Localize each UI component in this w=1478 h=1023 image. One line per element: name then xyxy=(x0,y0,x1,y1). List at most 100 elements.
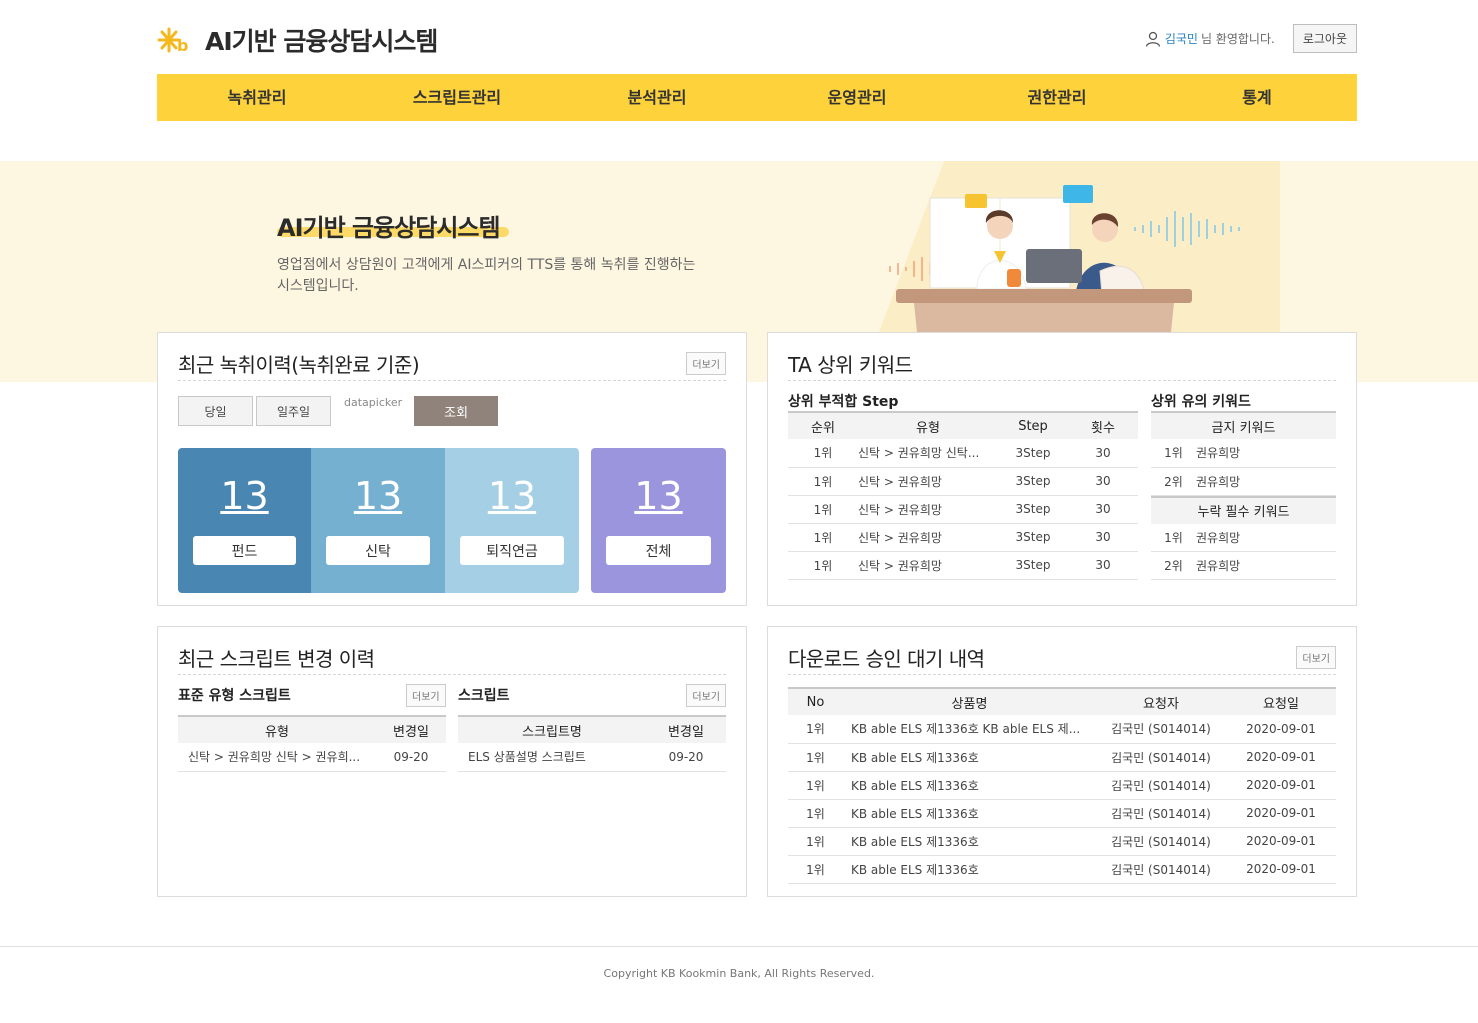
waveform-right-icon xyxy=(1134,211,1240,247)
column-header: 누락 필수 키워드 xyxy=(1151,495,1336,524)
script-more-button[interactable]: 더보기 xyxy=(686,684,726,707)
stat-trust-button[interactable]: 신탁 xyxy=(326,536,430,565)
table-row[interactable]: 1위 KB able ELS 제1336호 김국민 (S014014) 2020-09… xyxy=(788,827,1336,856)
user-name[interactable]: 김국민 xyxy=(1165,30,1198,47)
table-row[interactable]: 2위 권유희망 xyxy=(1151,467,1336,496)
table-cell: 1위 xyxy=(1151,523,1196,552)
stat-value[interactable]: 13 xyxy=(178,474,311,518)
stat-total-button[interactable]: 전체 xyxy=(606,536,711,565)
step-subtitle: 상위 부적합 Step xyxy=(788,394,899,410)
nav-item-analysis[interactable]: 분석관리 xyxy=(557,74,757,121)
nav-item-statistics[interactable]: 통계 xyxy=(1157,74,1357,121)
table-row[interactable]: 1위 KB able ELS 제1336호 김국민 (S014014) 2020-09… xyxy=(788,855,1336,884)
table-cell: KB able ELS 제1336호 xyxy=(843,827,1096,856)
std-script-more-button[interactable]: 더보기 xyxy=(406,684,446,707)
week-filter-button[interactable]: 일주일 xyxy=(256,396,331,426)
table-row[interactable]: 2위 권유희망 xyxy=(1151,551,1336,580)
table-cell: 3Step xyxy=(998,439,1068,468)
speech-bubble-icon xyxy=(1063,185,1093,203)
panel-title: 최근 스크립트 변경 이력 xyxy=(178,647,375,671)
table-row[interactable]: 1위 KB able ELS 제1336호 김국민 (S014014) 2020-09… xyxy=(788,799,1336,828)
table-cell: 1위 xyxy=(788,467,858,496)
table-row[interactable]: 1위 KB able ELS 제1336호 KB able ELS 제... 김국민… xyxy=(788,715,1336,744)
table-cell: 권유희망 xyxy=(1196,439,1336,468)
table-cell: 30 xyxy=(1068,551,1138,580)
divider xyxy=(788,380,1336,381)
table-cell: 권유희망 xyxy=(1196,551,1336,580)
panel-title: 다운로드 승인 대기 내역 xyxy=(788,647,985,671)
datepicker[interactable]: datapicker xyxy=(344,396,402,410)
hero-description: 영업점에서 상담원이 고객에게 AI스피커의 TTS를 통해 녹취를 진행하는 … xyxy=(277,257,696,294)
table-cell: 김국민 (S014014) xyxy=(1096,827,1226,856)
user-icon xyxy=(1145,31,1160,47)
table-cell: 2020-09-01 xyxy=(1226,855,1336,884)
today-filter-button[interactable]: 당일 xyxy=(178,396,253,426)
stat-fund-button[interactable]: 펀드 xyxy=(193,536,296,565)
table-cell: 신탁 > 권유희망 신탁... xyxy=(858,439,998,468)
table-cell: KB able ELS 제1336호 KB able ELS 제... xyxy=(843,715,1096,744)
download-table: No 상품명 요청자 요청일 1위 KB able ELS 제1336호 KB a… xyxy=(788,687,1336,884)
category-stats: 13 펀드 13 신탁 13 퇴직연금 xyxy=(178,448,579,593)
more-button[interactable]: 더보기 xyxy=(1296,646,1336,669)
main-nav: 녹취관리 스크립트관리 분석관리 운영관리 권한관리 통계 xyxy=(157,74,1357,121)
column-header: 유형 xyxy=(178,715,376,743)
table-cell: 1위 xyxy=(788,799,843,828)
table-cell: 1위 xyxy=(788,743,843,772)
table-cell: 3Step xyxy=(998,523,1068,552)
table-cell: 1위 xyxy=(1151,439,1196,468)
table-row[interactable]: ELS 상품설명 스크립트 09-20 xyxy=(458,743,726,772)
script-changes-panel: 최근 스크립트 변경 이력 표준 유형 스크립트 더보기 유형 변경일 신탁 >… xyxy=(157,626,747,897)
table-cell: 김국민 (S014014) xyxy=(1096,855,1226,884)
table-row[interactable]: 1위 신탁 > 권유희망 3Step 30 xyxy=(788,551,1138,580)
table-cell: KB able ELS 제1336호 xyxy=(843,771,1096,800)
nav-item-script[interactable]: 스크립트관리 xyxy=(357,74,557,121)
table-row[interactable]: 1위 신탁 > 권유희망 3Step 30 xyxy=(788,523,1138,552)
stat-pension-button[interactable]: 퇴직연금 xyxy=(460,536,564,565)
column-header: No xyxy=(788,687,843,715)
stat-value[interactable]: 13 xyxy=(445,474,579,518)
table-row[interactable]: 1위 KB able ELS 제1336호 김국민 (S014014) 2020-09… xyxy=(788,743,1336,772)
nav-item-operation[interactable]: 운영관리 xyxy=(757,74,957,121)
table-cell: 2020-09-01 xyxy=(1226,715,1336,744)
table-cell: 1위 xyxy=(788,551,858,580)
table-row[interactable]: 1위 신탁 > 권유희망 3Step 30 xyxy=(788,495,1138,524)
table-row[interactable]: 1위 신탁 > 권유희망 신탁... 3Step 30 xyxy=(788,439,1138,468)
nav-item-permission[interactable]: 권한관리 xyxy=(957,74,1157,121)
script-subtitle: 스크립트 xyxy=(458,688,510,704)
table-cell: 김국민 (S014014) xyxy=(1096,771,1226,800)
table-cell: 1위 xyxy=(788,827,843,856)
stat-value[interactable]: 13 xyxy=(591,474,726,518)
table-cell: 3Step xyxy=(998,495,1068,524)
table-cell: 1위 xyxy=(788,495,858,524)
search-button[interactable]: 조회 xyxy=(414,396,499,426)
table-cell: 1위 xyxy=(788,523,858,552)
column-header: 변경일 xyxy=(646,715,726,743)
table-row[interactable]: 1위 권유희망 xyxy=(1151,439,1336,468)
table-cell: 신탁 > 권유희망 신탁 > 권유희... xyxy=(178,743,376,772)
logout-button[interactable]: 로그아웃 xyxy=(1292,24,1357,53)
table-cell: 1위 xyxy=(788,855,843,884)
table-cell: KB able ELS 제1336호 xyxy=(843,855,1096,884)
table-cell: 2위 xyxy=(1151,551,1196,580)
table-cell: 1위 xyxy=(788,771,843,800)
table-row[interactable]: 1위 KB able ELS 제1336호 김국민 (S014014) 2020-09… xyxy=(788,771,1336,800)
divider xyxy=(788,674,1336,675)
stat-value[interactable]: 13 xyxy=(311,474,445,518)
footer-divider xyxy=(0,946,1478,947)
table-cell: 1위 xyxy=(788,439,858,468)
table-row[interactable]: 신탁 > 권유희망 신탁 > 권유희... 09-20 xyxy=(178,743,446,772)
logo[interactable]: b AI기반 금융상담시스템 xyxy=(157,22,438,58)
hero-title: AI기반 금융상담시스템 xyxy=(277,214,501,242)
more-button[interactable]: 더보기 xyxy=(686,352,726,375)
table-cell: KB able ELS 제1336호 xyxy=(843,799,1096,828)
column-header: 횟수 xyxy=(1068,411,1138,439)
table-row[interactable]: 1위 신탁 > 권유희망 3Step 30 xyxy=(788,467,1138,496)
table-cell: 09-20 xyxy=(376,743,446,772)
user-area: 김국민 님 환영합니다. 로그아웃 xyxy=(1145,24,1357,53)
ta-keywords-panel: TA 상위 키워드 상위 부적합 Step 순위 유형 Step 횟수 1위 신탁… xyxy=(767,332,1357,606)
table-row[interactable]: 1위 권유희망 xyxy=(1151,523,1336,552)
table-cell: 1위 xyxy=(788,715,843,744)
speech-bubble-icon xyxy=(965,194,987,208)
column-header: Step xyxy=(998,411,1068,439)
nav-item-recording[interactable]: 녹취관리 xyxy=(157,74,357,121)
